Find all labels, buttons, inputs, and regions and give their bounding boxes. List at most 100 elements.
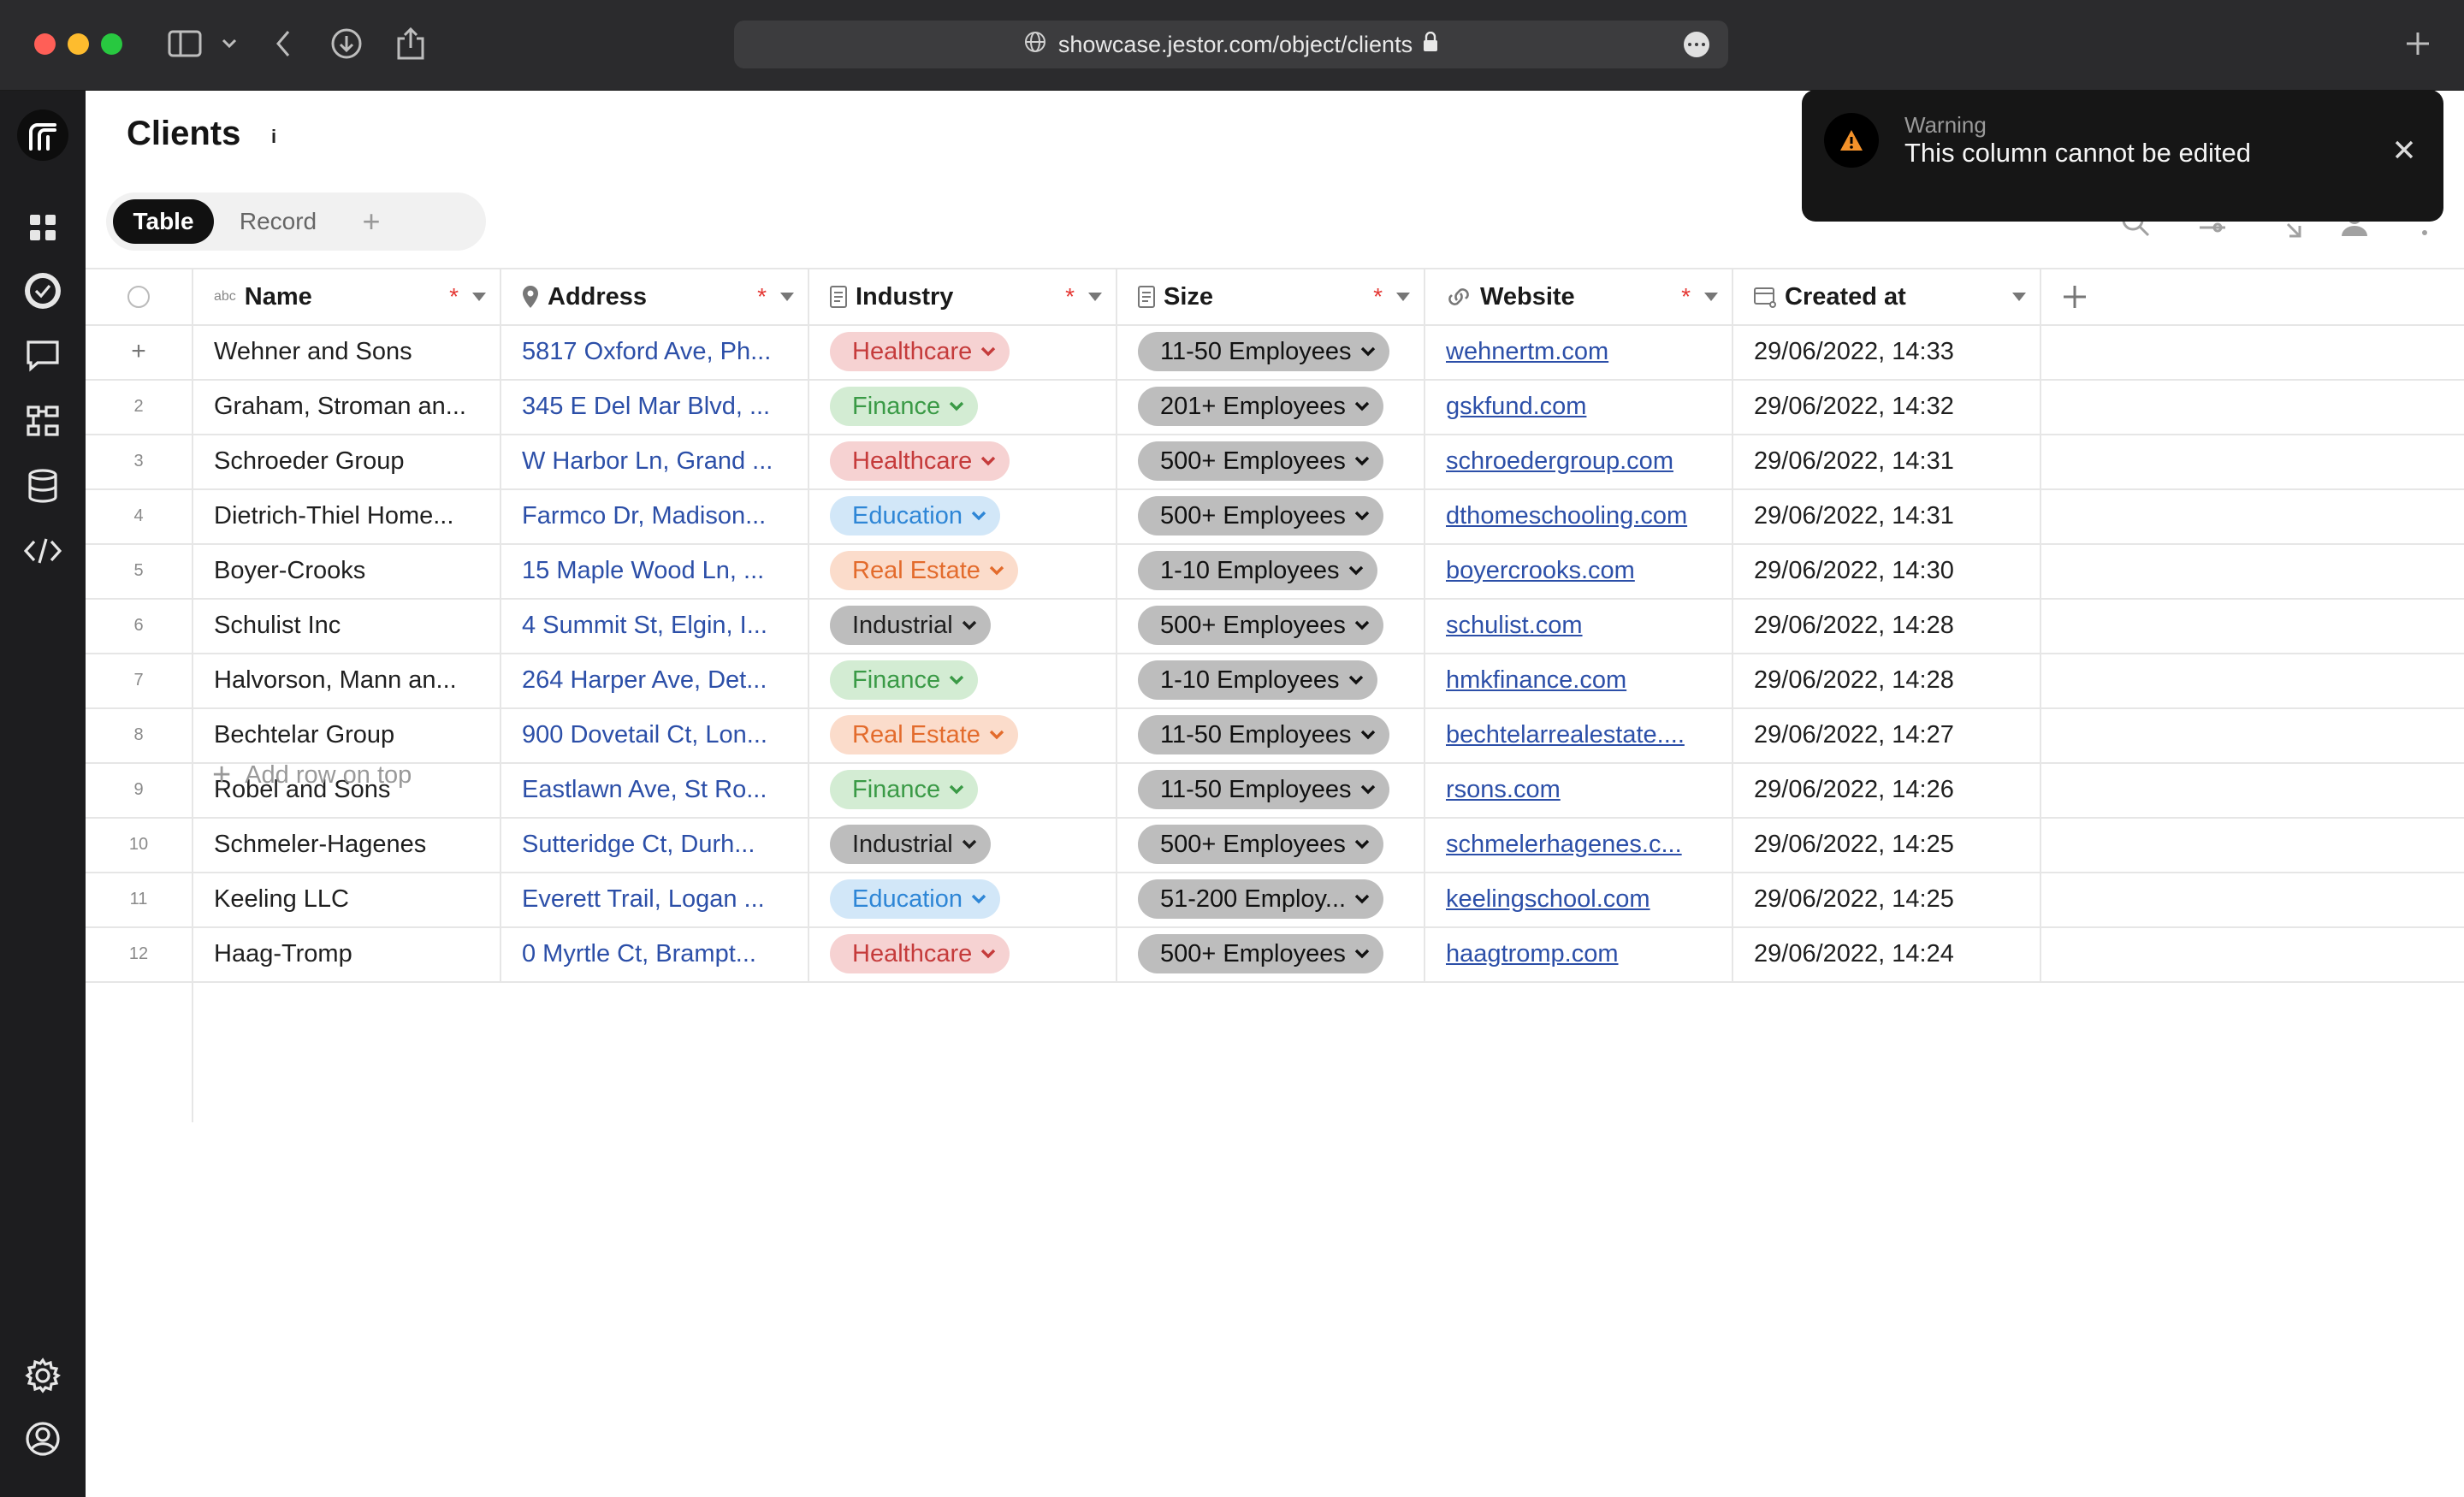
info-icon[interactable]: i (265, 126, 282, 147)
industry-tag[interactable]: Industrial (830, 825, 991, 864)
apps-grid-icon[interactable] (22, 207, 63, 248)
website-link[interactable]: schmelerhagenes.c... (1446, 831, 1682, 859)
row-number[interactable]: 10 (86, 817, 193, 872)
cell-name[interactable]: Bechtelar Group (193, 707, 501, 762)
cell-industry[interactable]: Healthcare (809, 434, 1117, 488)
column-header-website[interactable]: Website * (1425, 269, 1733, 324)
download-icon[interactable] (329, 26, 364, 62)
industry-tag[interactable]: Real Estate (830, 715, 1018, 754)
cell-created-at[interactable]: 29/06/2022, 14:31 (1733, 434, 2041, 488)
cell-created-at[interactable]: 29/06/2022, 14:25 (1733, 817, 2041, 872)
sort-caret-icon[interactable] (1704, 293, 1718, 301)
add-row-on-top-button[interactable]: + Add row on top (212, 757, 412, 794)
cell-size[interactable]: 500+ Employees (1117, 598, 1425, 653)
website-link[interactable]: boyercrooks.com (1446, 557, 1635, 585)
table-row[interactable]: 10 Schmeler-Hagenes Sutteridge Ct, Durh...… (86, 817, 2464, 873)
cell-name[interactable]: Halvorson, Mann an... (193, 653, 501, 707)
row-number[interactable]: + (86, 324, 193, 379)
website-link[interactable]: schroedergroup.com (1446, 447, 1673, 476)
table-row[interactable]: 6 Schulist Inc 4 Summit St, Elgin, I... Ind… (86, 598, 2464, 654)
column-header-industry[interactable]: Industry * (809, 269, 1117, 324)
sort-caret-icon[interactable] (2012, 293, 2026, 301)
tab-table[interactable]: Table (113, 199, 214, 244)
database-icon[interactable] (22, 465, 63, 506)
cell-address[interactable]: 264 Harper Ave, Det... (501, 653, 809, 707)
column-header-name[interactable]: abc Name * (193, 269, 501, 324)
cell-website[interactable]: haagtromp.com (1425, 926, 1733, 981)
cell-website[interactable]: wehnertm.com (1425, 324, 1733, 379)
website-link[interactable]: gskfund.com (1446, 393, 1586, 421)
industry-tag[interactable]: Finance (830, 770, 979, 809)
table-row[interactable]: 4 Dietrich-Thiel Home... Farmco Dr, Madiso… (86, 488, 2464, 545)
table-row[interactable]: 2 Graham, Stroman an... 345 E Del Mar Blvd… (86, 379, 2464, 435)
address-bar[interactable]: showcase.jestor.com/object/clients (734, 21, 1728, 68)
workflow-icon[interactable] (22, 400, 63, 441)
cell-created-at[interactable]: 29/06/2022, 14:28 (1733, 598, 2041, 653)
cell-address[interactable]: 345 E Del Mar Blvd, ... (501, 379, 809, 434)
cell-address[interactable]: W Harbor Ln, Grand ... (501, 434, 809, 488)
size-tag[interactable]: 500+ Employees (1138, 825, 1383, 864)
cell-website[interactable]: schroedergroup.com (1425, 434, 1733, 488)
size-tag[interactable]: 500+ Employees (1138, 496, 1383, 535)
user-profile-icon[interactable] (22, 1418, 63, 1459)
website-link[interactable]: dthomeschooling.com (1446, 502, 1687, 530)
size-tag[interactable]: 51-200 Employ... (1138, 879, 1384, 919)
cell-website[interactable]: rsons.com (1425, 762, 1733, 817)
cell-name[interactable]: Wehner and Sons (193, 324, 501, 379)
cell-industry[interactable]: Real Estate (809, 707, 1117, 762)
cell-size[interactable]: 11-50 Employees (1117, 762, 1425, 817)
add-view-button[interactable]: + (354, 204, 388, 239)
size-tag[interactable]: 201+ Employees (1138, 387, 1383, 426)
cell-created-at[interactable]: 29/06/2022, 14:25 (1733, 872, 2041, 926)
close-window-button[interactable] (34, 33, 56, 55)
zoom-window-button[interactable] (101, 33, 122, 55)
cell-name[interactable]: Graham, Stroman an... (193, 379, 501, 434)
sort-caret-icon[interactable] (1396, 293, 1410, 301)
cell-industry[interactable]: Finance (809, 653, 1117, 707)
cell-created-at[interactable]: 29/06/2022, 14:33 (1733, 324, 2041, 379)
cell-size[interactable]: 500+ Employees (1117, 488, 1425, 543)
row-number[interactable]: 5 (86, 543, 193, 598)
cell-website[interactable]: boyercrooks.com (1425, 543, 1733, 598)
chat-icon[interactable] (22, 335, 63, 376)
row-number[interactable]: 8 (86, 707, 193, 762)
cell-size[interactable]: 500+ Employees (1117, 817, 1425, 872)
industry-tag[interactable]: Education (830, 496, 1000, 535)
industry-tag[interactable]: Industrial (830, 606, 991, 645)
cell-website[interactable]: hmkfinance.com (1425, 653, 1733, 707)
cell-industry[interactable]: Finance (809, 762, 1117, 817)
website-link[interactable]: rsons.com (1446, 776, 1561, 804)
cell-created-at[interactable]: 29/06/2022, 14:31 (1733, 488, 2041, 543)
cell-size[interactable]: 11-50 Employees (1117, 324, 1425, 379)
back-arrow-icon[interactable] (270, 26, 296, 62)
industry-tag[interactable]: Finance (830, 387, 979, 426)
size-tag[interactable]: 500+ Employees (1138, 934, 1383, 973)
size-tag[interactable]: 11-50 Employees (1138, 770, 1389, 809)
cell-website[interactable]: gskfund.com (1425, 379, 1733, 434)
cell-address[interactable]: 4 Summit St, Elgin, I... (501, 598, 809, 653)
size-tag[interactable]: 11-50 Employees (1138, 715, 1389, 754)
cell-created-at[interactable]: 29/06/2022, 14:24 (1733, 926, 2041, 981)
code-icon[interactable] (22, 530, 63, 571)
close-icon[interactable] (2390, 136, 2418, 163)
cell-address[interactable]: Sutteridge Ct, Durh... (501, 817, 809, 872)
cell-website[interactable]: bechtelarrealestate.... (1425, 707, 1733, 762)
sort-caret-icon[interactable] (472, 293, 486, 301)
website-link[interactable]: haagtromp.com (1446, 940, 1619, 968)
table-row[interactable]: 7 Halvorson, Mann an... 264 Harper Ave, De… (86, 653, 2464, 709)
size-tag[interactable]: 500+ Employees (1138, 441, 1383, 481)
cell-name[interactable]: Schulist Inc (193, 598, 501, 653)
size-tag[interactable]: 11-50 Employees (1138, 332, 1389, 371)
cell-address[interactable]: 0 Myrtle Ct, Brampt... (501, 926, 809, 981)
jestor-logo-icon[interactable] (17, 109, 68, 161)
row-number[interactable]: 11 (86, 872, 193, 926)
table-row[interactable]: 9 Robel and Sons Eastlawn Ave, St Ro... Fin… (86, 762, 2464, 819)
website-link[interactable]: schulist.com (1446, 612, 1583, 640)
page-menu-icon[interactable] (1684, 32, 1709, 57)
cell-industry[interactable]: Healthcare (809, 324, 1117, 379)
cell-website[interactable]: schmelerhagenes.c... (1425, 817, 1733, 872)
cell-name[interactable]: Haag-Tromp (193, 926, 501, 981)
row-number[interactable]: 6 (86, 598, 193, 653)
cell-size[interactable]: 51-200 Employ... (1117, 872, 1425, 926)
cell-website[interactable]: schulist.com (1425, 598, 1733, 653)
